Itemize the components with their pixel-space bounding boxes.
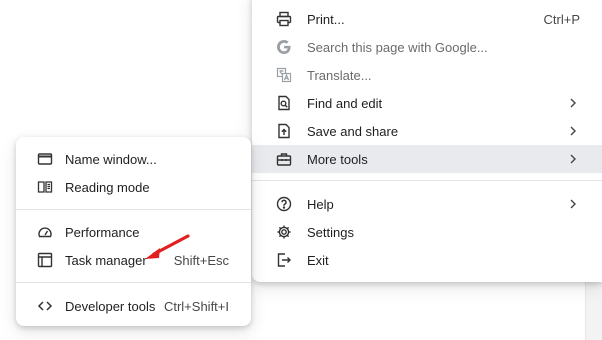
chevron-right-icon [568, 126, 578, 136]
menu-item-find-and-edit[interactable]: Find and edit [252, 89, 602, 117]
menu-item-label: More tools [307, 151, 368, 167]
menu-item-more-tools[interactable]: More tools [252, 145, 602, 173]
task-manager-icon [37, 252, 53, 268]
print-icon [276, 11, 292, 27]
speedometer-icon [37, 224, 53, 240]
submenu-item-name-window[interactable]: Name window... [16, 145, 251, 173]
menu-item-label: Name window... [65, 151, 157, 167]
submenu-item-reading-mode[interactable]: Reading mode [16, 173, 251, 201]
submenu-item-task-manager[interactable]: Task manager Shift+Esc [16, 246, 251, 274]
google-icon [276, 39, 292, 55]
menu-item-label: Performance [65, 224, 140, 240]
code-icon [37, 298, 53, 314]
menu-item-label: Reading mode [65, 179, 150, 195]
menu-separator [16, 209, 251, 210]
menu-item-translate[interactable]: Translate... [252, 61, 602, 89]
menu-separator [252, 180, 602, 181]
submenu-item-performance[interactable]: Performance [16, 218, 251, 246]
chevron-right-icon [568, 154, 578, 164]
toolbox-icon [276, 151, 292, 167]
shortcut-label: Ctrl+P [543, 11, 580, 27]
chevron-right-icon [568, 199, 578, 209]
shortcut-label: Ctrl+Shift+I [163, 298, 229, 314]
menu-item-label: Help [307, 196, 334, 212]
translate-icon [276, 67, 292, 83]
menu-item-help[interactable]: Help [252, 190, 602, 218]
menu-item-label: Print... [307, 11, 345, 27]
chrome-main-menu: Print... Ctrl+P Search this page with Go… [252, 0, 602, 282]
menu-item-print[interactable]: Print... Ctrl+P [252, 5, 602, 33]
menu-item-label: Save and share [307, 123, 399, 139]
menu-item-label: Search this page with Google... [307, 39, 488, 55]
menu-item-settings[interactable]: Settings [252, 218, 602, 246]
submenu-item-developer-tools[interactable]: Developer tools Ctrl+Shift+I [16, 292, 251, 320]
book-icon [37, 179, 53, 195]
save-share-icon [276, 123, 292, 139]
gear-icon [276, 224, 292, 240]
menu-item-search-google[interactable]: Search this page with Google... [252, 33, 602, 61]
menu-item-label: Exit [307, 252, 329, 268]
chevron-right-icon [568, 98, 578, 108]
window-icon [37, 151, 53, 167]
menu-item-label: Find and edit [307, 95, 383, 111]
menu-item-save-and-share[interactable]: Save and share [252, 117, 602, 145]
exit-icon [276, 252, 292, 268]
menu-item-label: Task manager [65, 252, 147, 268]
annotation-arrow-icon [140, 232, 192, 264]
more-tools-submenu: Name window... Reading mode Performance [16, 137, 251, 326]
find-edit-icon [276, 95, 292, 111]
menu-item-label: Developer tools [65, 298, 156, 314]
menu-item-exit[interactable]: Exit [252, 246, 602, 274]
menu-separator [16, 282, 251, 283]
help-icon [276, 196, 292, 212]
menu-item-label: Settings [307, 224, 354, 240]
menu-item-label: Translate... [307, 67, 372, 83]
